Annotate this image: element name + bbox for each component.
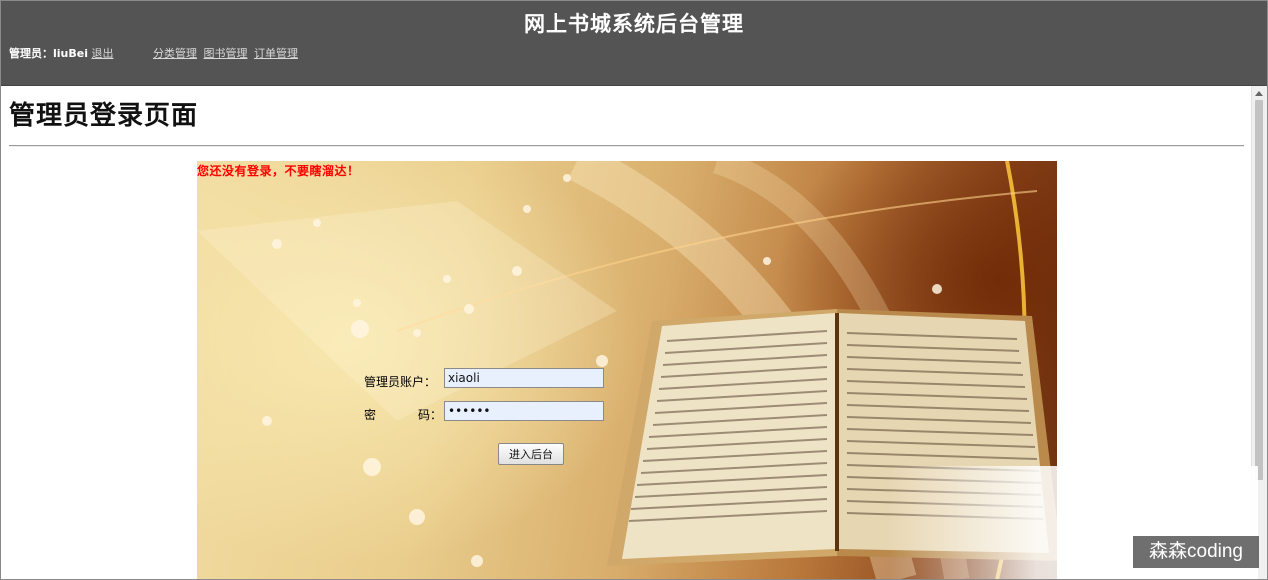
admin-user-label: 管理员：liuBei <box>9 47 88 60</box>
scroll-thumb[interactable] <box>1255 100 1263 480</box>
admin-nav: 分类管理 图书管理 订单管理 <box>153 45 301 61</box>
account-input[interactable] <box>444 368 604 388</box>
nav-order-management[interactable]: 订单管理 <box>254 47 298 60</box>
nav-category-management[interactable]: 分类管理 <box>153 47 197 60</box>
enter-backend-button[interactable]: 进入后台 <box>498 443 564 465</box>
password-label-part2: 码： <box>418 408 443 422</box>
login-required-alert: 您还没有登录，不要瞎溜达！ <box>197 164 360 178</box>
admin-bar: 管理员：liuBei 退出 <box>9 45 114 61</box>
scroll-up-arrow-icon[interactable] <box>1255 91 1263 96</box>
logout-link[interactable]: 退出 <box>92 47 114 60</box>
title-divider <box>9 145 1244 147</box>
password-label-part1: 密 <box>364 408 377 422</box>
password-input[interactable] <box>444 401 604 421</box>
site-title: 网上书城系统后台管理 <box>524 12 744 36</box>
account-label: 管理员账户： <box>364 375 437 389</box>
page-title: 管理员登录页面 <box>9 101 199 131</box>
top-header: 网上书城系统后台管理 管理员：liuBei 退出 分类管理 图书管理 订单管理 <box>1 1 1267 86</box>
watermark-label: 森森coding <box>1133 536 1259 568</box>
browser-frame: 网上书城系统后台管理 管理员：liuBei 退出 分类管理 图书管理 订单管理 … <box>0 0 1268 580</box>
nav-book-management[interactable]: 图书管理 <box>204 47 248 60</box>
